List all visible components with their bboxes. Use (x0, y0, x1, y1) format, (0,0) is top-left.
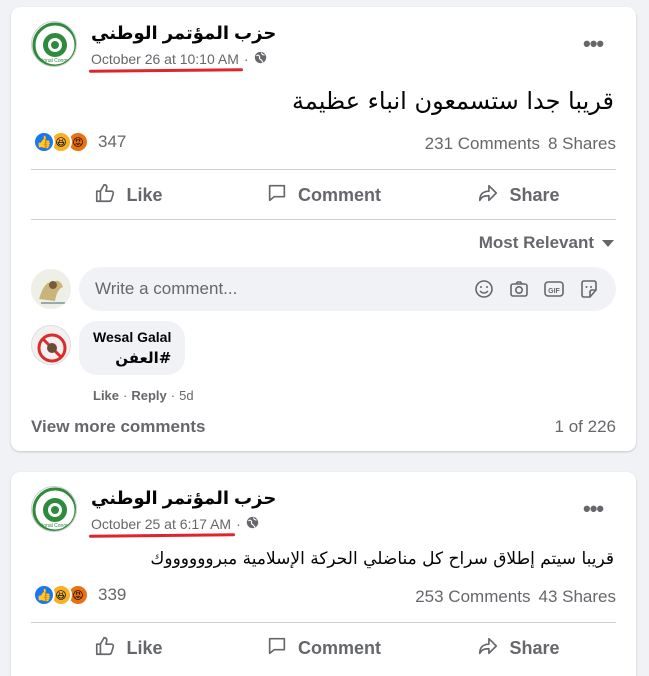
comment-bubble: Wesal Galal #العفن (79, 321, 186, 375)
comment-button[interactable]: Comment (226, 626, 421, 670)
post-card-1: National Congress حزب المؤتمر الوطني Oct… (11, 7, 636, 451)
comment-actions: Like · Reply · 5d (93, 388, 194, 403)
thumbs-up-icon (94, 182, 116, 209)
view-more-comments-link[interactable]: View more comments (31, 417, 205, 437)
sort-label: Most Relevant (478, 233, 594, 252)
comment-pager: 1 of 226 (554, 417, 616, 436)
post-meta: October 26 at 10:10 AM · (91, 51, 267, 67)
post-text: قريبا سيتم إطلاق سراح كل مناضلي الحركة ا… (150, 549, 614, 569)
engagement-counts: 231 Comments 8 Shares (425, 134, 616, 154)
comment-like-link[interactable]: Like (93, 388, 119, 403)
like-reaction-icon: 👍 (33, 131, 55, 153)
engagement-counts: 253 Comments 43 Shares (415, 587, 616, 607)
meta-separator: · (243, 51, 249, 67)
thumbs-up-icon (94, 635, 116, 662)
svg-text:National Congress: National Congress (34, 523, 76, 529)
comment-text: #العفن (115, 349, 172, 367)
comment-composer[interactable]: Write a comment... GIF (79, 267, 616, 311)
more-options-button[interactable]: ••• (583, 31, 604, 57)
reaction-count: 339 (98, 585, 127, 604)
comment-bubble-icon (266, 182, 288, 209)
comment-sort-dropdown[interactable]: Most Relevant (479, 233, 614, 253)
comment-author[interactable]: Wesal Galal (93, 329, 171, 345)
post-actions: Like Comment Share (31, 173, 616, 217)
meta-separator: · (236, 516, 241, 532)
svg-text:National Congress: National Congress (34, 58, 76, 64)
like-reaction-icon: 👍 (33, 584, 55, 606)
page-avatar[interactable]: National Congress (31, 486, 77, 532)
comment-action-separator: · (123, 388, 128, 403)
reaction-count: 347 (98, 132, 127, 151)
page-name[interactable]: حزب المؤتمر الوطني (91, 488, 276, 509)
reaction-summary[interactable]: 👍 😆 😡 347 (33, 131, 126, 153)
share-label: Share (509, 637, 560, 658)
comments-count[interactable]: 231 Comments (425, 134, 540, 154)
comment-label: Comment (297, 637, 381, 658)
shares-count[interactable]: 43 Shares (539, 587, 617, 607)
national-congress-logo: National Congress (32, 487, 76, 531)
current-user-avatar[interactable] (31, 269, 71, 309)
comment-input[interactable]: Write a comment... (95, 279, 473, 299)
like-label: Like (126, 637, 163, 658)
share-button[interactable]: Share (421, 626, 616, 670)
comment-reply-link[interactable]: Reply (131, 388, 166, 403)
comment-label: Comment (297, 184, 381, 205)
globe-icon (246, 516, 259, 532)
post-timestamp[interactable]: October 26 at 10:10 AM (91, 51, 239, 67)
divider (31, 622, 616, 623)
globe-icon (254, 51, 267, 67)
divider (31, 169, 616, 170)
share-arrow-icon (477, 182, 499, 209)
post-text: قريبا جدا ستسمعون انباء عظيمة (292, 87, 614, 115)
comment-age[interactable]: 5d (179, 388, 193, 403)
comment-bubble-icon (266, 635, 288, 662)
comment-button[interactable]: Comment (226, 173, 421, 217)
share-button[interactable]: Share (421, 173, 616, 217)
page-name[interactable]: حزب المؤتمر الوطني (91, 23, 276, 44)
commenter-avatar[interactable] (31, 325, 71, 365)
page-avatar[interactable]: National Congress (31, 21, 77, 67)
post-card-2: National Congress حزب المؤتمر الوطني Oct… (11, 472, 636, 676)
national-congress-logo: National Congress (32, 22, 76, 66)
divider (31, 219, 616, 220)
comment-action-separator: · (170, 388, 176, 403)
sticker-icon[interactable] (578, 278, 600, 300)
comments-count[interactable]: 253 Comments (415, 587, 530, 607)
camera-icon[interactable] (508, 278, 530, 300)
shares-count[interactable]: 8 Shares (548, 134, 616, 154)
composer-icons: GIF (473, 278, 600, 300)
svg-text:GIF: GIF (548, 288, 560, 295)
share-label: Share (509, 184, 560, 205)
post-timestamp[interactable]: October 25 at 6:17 AM (91, 516, 231, 532)
gif-icon[interactable]: GIF (543, 278, 565, 300)
reaction-summary[interactable]: 👍 😆 😡 339 (33, 584, 126, 606)
like-button[interactable]: Like (31, 173, 226, 217)
emoji-icon[interactable] (473, 278, 495, 300)
post-actions: Like Comment Share (31, 626, 616, 670)
like-button[interactable]: Like (31, 626, 226, 670)
post-meta: October 25 at 6:17 AM · (91, 516, 259, 532)
caret-down-icon (602, 233, 614, 253)
more-options-button[interactable]: ••• (583, 496, 604, 522)
share-arrow-icon (477, 635, 499, 662)
like-label: Like (126, 184, 163, 205)
